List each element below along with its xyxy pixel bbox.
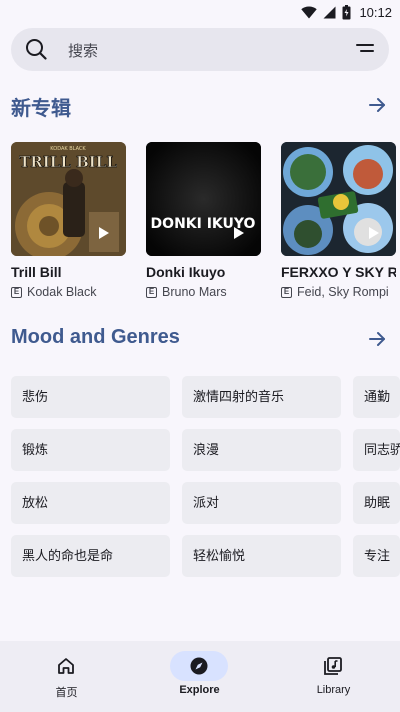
cover-subtext: KODAK BLACK (50, 146, 86, 152)
search-bar[interactable]: 搜索 (11, 28, 389, 71)
explicit-icon: E (146, 286, 157, 298)
album-artist[interactable]: Feid, Sky Rompi (297, 285, 389, 299)
nav-label-library: Library (316, 684, 351, 696)
genre-chip[interactable]: 通勤 (353, 376, 400, 418)
nav-item-library[interactable]: Library (267, 641, 400, 712)
explicit-icon: E (281, 286, 292, 298)
nav-label-explore: Explore (179, 684, 220, 696)
search-icon (26, 39, 47, 60)
cover-text: TRILL BILL (19, 153, 117, 171)
explicit-icon: E (11, 286, 22, 298)
album-title[interactable]: FERXXO Y SKY R (281, 264, 396, 280)
album-artist-row: E Feid, Sky Rompi (281, 285, 396, 299)
genre-chip[interactable]: 锻炼 (11, 429, 170, 471)
album-cover[interactable]: DONKI IKUYO (146, 142, 261, 256)
genre-chip[interactable]: 激情四射的音乐 (182, 376, 341, 418)
album-artist[interactable]: Kodak Black (27, 285, 96, 299)
library-icon (324, 657, 342, 675)
genre-chip[interactable]: 轻松愉悦 (182, 535, 341, 577)
genre-chip[interactable]: 派对 (182, 482, 341, 524)
play-icon[interactable] (233, 226, 245, 240)
nav-item-home[interactable]: 首页 (0, 641, 133, 712)
album-cover[interactable] (281, 142, 396, 256)
compass-icon (190, 657, 208, 675)
nav-label-home: 首页 (55, 687, 78, 699)
album-artist-row: E Bruno Mars (146, 285, 261, 299)
arrow-right-icon[interactable] (368, 96, 386, 114)
genre-chip[interactable]: 放松 (11, 482, 170, 524)
new-albums-title: 新专辑 (11, 98, 71, 120)
wifi-icon (301, 6, 318, 18)
home-icon (58, 658, 74, 674)
genre-chip[interactable]: 同志骄 (353, 429, 400, 471)
status-time: 10:12 (359, 4, 392, 20)
album-artist-row: E Kodak Black (11, 285, 126, 299)
nav-item-explore[interactable]: Explore (133, 641, 266, 712)
genre-chip[interactable]: 助眠 (353, 482, 400, 524)
signal-icon (323, 6, 336, 18)
genre-chip[interactable]: 专注 (353, 535, 400, 577)
album-artist[interactable]: Bruno Mars (162, 285, 227, 299)
album-card[interactable]: KODAK BLACK TRILL BILL Trill Bill E Koda… (11, 142, 126, 299)
album-cover[interactable]: KODAK BLACK TRILL BILL (11, 142, 126, 256)
genre-chip[interactable]: 悲伤 (11, 376, 170, 418)
moods-title: Mood and Genres (11, 326, 180, 348)
genre-chip[interactable]: 浪漫 (182, 429, 341, 471)
play-icon[interactable] (368, 226, 380, 240)
search-input[interactable]: 搜索 (68, 40, 98, 61)
arrow-right-icon[interactable] (368, 330, 386, 348)
genre-chip[interactable]: 黑人的命也是命 (11, 535, 170, 577)
battery-icon (342, 4, 351, 19)
play-icon[interactable] (98, 226, 110, 240)
album-title[interactable]: Trill Bill (11, 264, 126, 280)
menu-icon[interactable] (355, 43, 375, 57)
status-bar: 10:12 (0, 0, 400, 24)
album-card[interactable]: DONKI IKUYO Donki Ikuyo E Bruno Mars (146, 142, 261, 299)
album-title[interactable]: Donki Ikuyo (146, 264, 261, 280)
album-card[interactable]: FERXXO Y SKY R E Feid, Sky Rompi (281, 142, 396, 299)
bottom-nav: 首页 Explore Library (0, 641, 400, 712)
